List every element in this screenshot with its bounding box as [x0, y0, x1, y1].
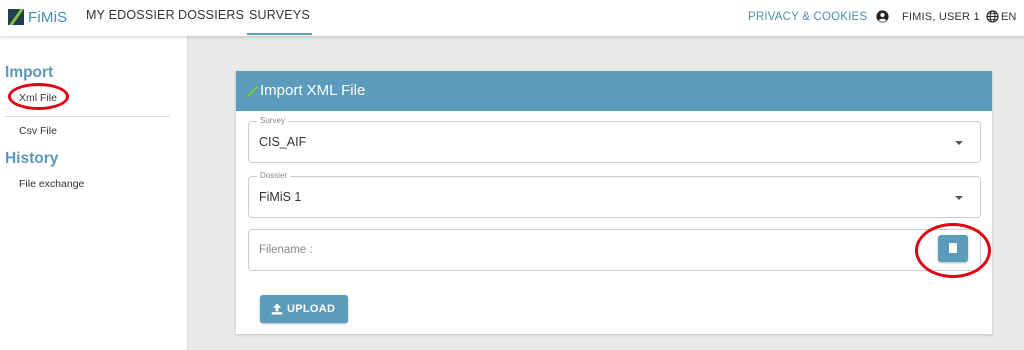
sidebar-item-csv-file[interactable]: Csv File [19, 125, 57, 137]
filename-field[interactable]: Filename : [248, 229, 981, 271]
privacy-cookies-link[interactable]: PRIVACY & COOKIES [748, 11, 867, 23]
card-title: Import XML File [260, 82, 366, 99]
sidebar-item-xml-file[interactable]: Xml File [19, 92, 57, 104]
upload-label: UPLOAD [287, 303, 336, 315]
dossier-label: Dossier [257, 171, 291, 180]
language-selector[interactable]: EN [1001, 11, 1016, 23]
card-header: Import XML File [236, 71, 992, 111]
sidebar: Import Xml File Csv File History File ex… [0, 36, 188, 350]
upload-button[interactable]: UPLOAD [260, 295, 348, 323]
logo-text: FiMiS [28, 8, 68, 26]
survey-select[interactable]: Survey CIS_AIF [248, 116, 981, 163]
survey-label: Survey [257, 116, 288, 125]
top-navbar: FiMiS MY EDOSSIER DOSSIERS SURVEYS PRIVA… [0, 0, 1024, 36]
caret-down-icon[interactable] [955, 196, 963, 200]
user-circle-icon[interactable] [876, 10, 889, 23]
globe-icon[interactable] [986, 10, 999, 23]
import-xml-card: Import XML File Survey CIS_AIF Dossier F… [236, 71, 992, 334]
file-icon [949, 243, 957, 253]
logo-icon [8, 9, 24, 25]
dossier-select[interactable]: Dossier FiMiS 1 [248, 171, 981, 218]
user-menu[interactable]: FIMIS, USER 1 [902, 11, 980, 23]
nav-my-edossier[interactable]: MY EDOSSIER [86, 8, 175, 22]
caret-down-icon[interactable] [955, 141, 963, 145]
filename-label: Filename : [259, 244, 313, 256]
upload-icon [271, 303, 283, 315]
pencil-icon [246, 85, 259, 98]
sidebar-heading-history: History [5, 150, 59, 167]
fimis-logo[interactable]: FiMiS [8, 7, 67, 27]
nav-dossiers[interactable]: DOSSIERS [178, 8, 244, 22]
browse-file-button[interactable] [938, 235, 968, 262]
sidebar-item-file-exchange[interactable]: File exchange [19, 178, 84, 190]
sidebar-divider [5, 116, 170, 117]
sidebar-heading-import: Import [5, 64, 54, 81]
nav-surveys[interactable]: SURVEYS [247, 8, 312, 35]
dossier-value: FiMiS 1 [259, 190, 302, 204]
survey-value: CIS_AIF [259, 135, 307, 149]
